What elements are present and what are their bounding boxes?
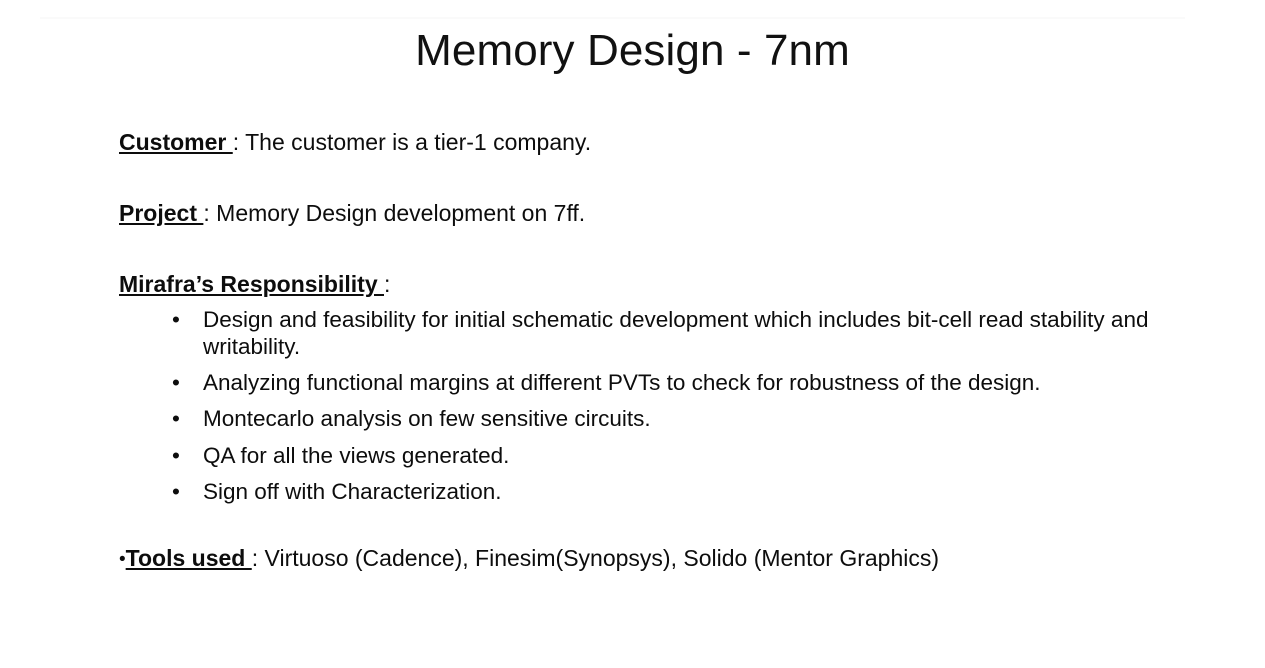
project-separator: :: [203, 200, 217, 227]
bullet-point-icon: •: [119, 548, 126, 570]
slide-canvas: Memory Design - 7nm Customer : The custo…: [0, 0, 1265, 668]
bullet-point-icon: •: [172, 406, 180, 432]
customer-value: The customer is a tier-1 company.: [245, 129, 592, 155]
list-item: • Sign off with Characterization.: [119, 479, 1179, 505]
project-value: Memory Design development on 7ff.: [216, 200, 586, 227]
tools-used-separator: :: [251, 544, 265, 571]
list-item: • Design and feasibility for initial sch…: [119, 307, 1179, 360]
page-title: Memory Design - 7nm: [415, 26, 850, 75]
bullet-point-icon: •: [172, 307, 180, 333]
customer-separator: :: [232, 129, 246, 155]
customer-line: Customer : The customer is a tier-1 comp…: [119, 128, 1179, 156]
list-item: • QA for all the views generated.: [119, 443, 1179, 469]
bullet-point-icon: •: [172, 479, 180, 505]
responsibility-separator: :: [384, 271, 391, 298]
tools-used-label: Tools used: [125, 544, 252, 571]
list-item-text: Montecarlo analysis on few sensitive cir…: [203, 406, 651, 432]
list-item-text: Analyzing functional margins at differen…: [203, 370, 1041, 396]
list-item-text: QA for all the views generated.: [203, 442, 510, 468]
responsibility-label: Mirafra’s Responsibility: [119, 271, 384, 298]
tools-used-line: •Tools used : Virtuoso (Cadence), Finesi…: [119, 544, 1179, 572]
responsibility-bullet-list: • Design and feasibility for initial sch…: [119, 307, 1179, 506]
project-label: Project: [119, 200, 204, 227]
list-item-text: Sign off with Characterization.: [203, 479, 502, 505]
list-item: • Montecarlo analysis on few sensitive c…: [119, 406, 1179, 432]
tools-used-value: Virtuoso (Cadence), Finesim(Synopsys), S…: [264, 544, 940, 571]
slide-body: Customer : The customer is a tier-1 comp…: [119, 128, 1179, 572]
bullet-point-icon: •: [172, 370, 180, 396]
project-line: Project : Memory Design development on 7…: [119, 199, 1179, 227]
list-item: • Analyzing functional margins at differ…: [119, 370, 1179, 396]
top-divider-rule: [40, 17, 1185, 19]
list-item-text: Design and feasibility for initial schem…: [203, 307, 1149, 359]
responsibility-heading: Mirafra’s Responsibility :: [119, 270, 1179, 298]
customer-label: Customer: [119, 129, 233, 155]
bullet-point-icon: •: [172, 442, 180, 468]
